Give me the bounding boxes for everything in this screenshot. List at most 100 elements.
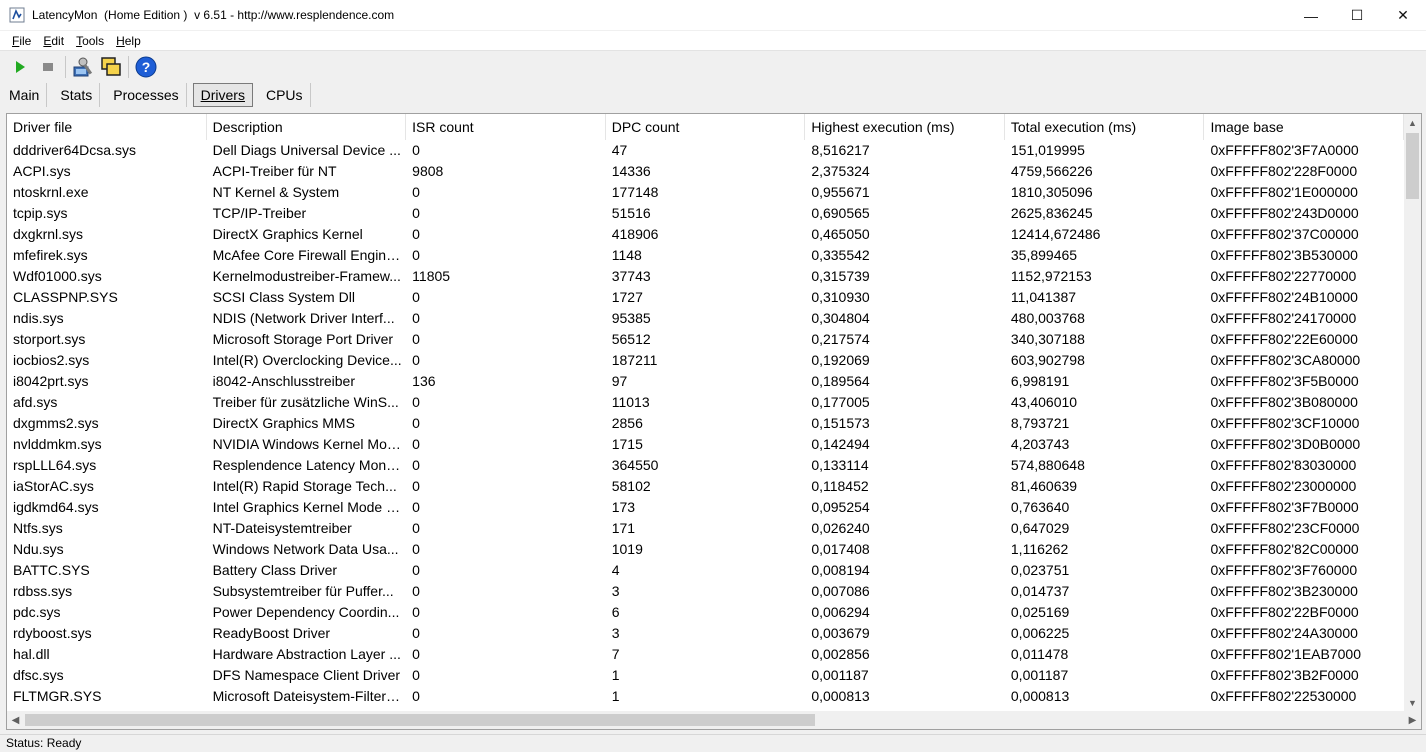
column-header[interactable]: Description (207, 114, 407, 140)
tab-drivers[interactable]: Drivers (192, 83, 253, 107)
column-header[interactable]: Total execution (ms) (1005, 114, 1205, 140)
table-row[interactable]: BATTC.SYS Battery Class Driver 0 4 0,008194 0… (7, 560, 1404, 581)
table-cell: 1148 (611, 247, 642, 263)
table-cell: i8042prt.sys (13, 373, 89, 389)
table-cell: 0,647029 (1010, 520, 1070, 536)
table-row[interactable]: Ndu.sys Windows Network Data Usa... 0 1019 0… (7, 539, 1404, 560)
tab-strip: Main Stats Processes Drivers CPUs (0, 82, 1426, 108)
table-row[interactable]: dxgkrnl.sys DirectX Graphics Kernel 0 41890… (7, 224, 1404, 245)
stop-button[interactable] (34, 54, 62, 80)
scroll-up-icon[interactable]: ▲ (1404, 114, 1421, 131)
table-row[interactable]: mfefirek.sys McAfee Core Firewall Engine … (7, 245, 1404, 266)
table-cell: 1,116262 (1010, 541, 1069, 557)
table-row[interactable]: FLTMGR.SYS Microsoft Dateisystem-Filter-.… (7, 686, 1404, 707)
menu-help[interactable]: Help (110, 34, 147, 48)
table-row[interactable]: rspLLL64.sys Resplendence Latency Monit..… (7, 455, 1404, 476)
column-header[interactable]: Highest execution (ms) (805, 114, 1005, 140)
table-cell: 81,460639 (1010, 478, 1078, 494)
table-cell: 12414,672486 (1010, 226, 1101, 242)
maximize-button[interactable]: ☐ (1334, 0, 1380, 31)
vertical-scroll-thumb[interactable] (1406, 133, 1419, 199)
table-row[interactable]: tcpip.sys TCP/IP-Treiber 0 51516 0,690565 262… (7, 203, 1404, 224)
stop-icon (43, 63, 53, 71)
table-cell: ndis.sys (13, 310, 64, 326)
table-cell: 0 (412, 478, 420, 494)
table-row[interactable]: i8042prt.sys i8042-Anschlusstreiber 136 97 0… (7, 371, 1404, 392)
table-row[interactable]: CLASSPNP.SYS SCSI Class System Dll 0 1727 0,… (7, 287, 1404, 308)
table-cell: 97 (611, 373, 628, 389)
column-header[interactable]: DPC count (606, 114, 806, 140)
horizontal-scrollbar[interactable]: ◀ ▶ (7, 711, 1421, 729)
table-cell: ntoskrnl.exe (13, 184, 89, 200)
tab-stats[interactable]: Stats (53, 83, 101, 107)
table-row[interactable]: dddriver64Dcsa.sys Dell Diags Universal D… (7, 140, 1404, 161)
help-icon: ? (135, 56, 157, 78)
table-row[interactable]: iaStorAC.sys Intel(R) Rapid Storage Tech.… (7, 476, 1404, 497)
table-cell: 0,955671 (811, 184, 870, 200)
toolbar-separator-2 (128, 56, 129, 78)
table-cell: 0,000813 (811, 688, 870, 704)
vertical-scrollbar[interactable]: ▲ ▼ (1404, 114, 1421, 711)
table-cell: 0xFFFFF802'82C00000 (1210, 541, 1359, 557)
table-cell: BATTC.SYS (13, 562, 90, 578)
table-cell: 37743 (611, 268, 651, 284)
table-row[interactable]: ACPI.sys ACPI-Treiber für NT 9808 14336 2,37… (7, 161, 1404, 182)
table-row[interactable]: dxgmms2.sys DirectX Graphics MMS 0 2856 0,15… (7, 413, 1404, 434)
table-cell: 0 (412, 226, 420, 242)
menu-tools[interactable]: Tools (70, 34, 110, 48)
table-cell: 0,001187 (1010, 667, 1069, 683)
table-cell: Intel(R) Rapid Storage Tech... (212, 478, 397, 494)
table-row[interactable]: ndis.sys NDIS (Network Driver Interf... 0 9… (7, 308, 1404, 329)
column-header[interactable]: Image base (1204, 114, 1405, 140)
minimize-button[interactable]: — (1288, 0, 1334, 31)
help-button[interactable]: ? (132, 54, 160, 80)
start-button[interactable] (6, 54, 34, 80)
table-row[interactable]: igdkmd64.sys Intel Graphics Kernel Mode D… (7, 497, 1404, 518)
table-cell: 0,118452 (811, 478, 869, 494)
tab-main[interactable]: Main (2, 83, 48, 107)
table-cell: 0,151573 (811, 415, 870, 431)
window-button[interactable] (97, 54, 125, 80)
table-cell: 603,902798 (1010, 352, 1085, 368)
table-cell: rspLLL64.sys (13, 457, 97, 473)
table-cell: 0 (412, 667, 420, 683)
table-row[interactable]: ntoskrnl.exe NT Kernel & System 0 177148 0,9… (7, 182, 1404, 203)
table-row[interactable]: iocbios2.sys Intel(R) Overclocking Device… (7, 350, 1404, 371)
table-cell: 0xFFFFF802'1EAB7000 (1210, 646, 1361, 662)
scroll-right-icon[interactable]: ▶ (1404, 711, 1421, 729)
table-cell: 0xFFFFF802'228F0000 (1210, 163, 1358, 179)
table-row[interactable]: nvlddmkm.sys NVIDIA Windows Kernel Mod...… (7, 434, 1404, 455)
table-row[interactable]: Wdf01000.sys Kernelmodustreiber-Framew...… (7, 266, 1404, 287)
tab-cpus[interactable]: CPUs (259, 83, 311, 107)
table-cell: 0xFFFFF802'83030000 (1210, 457, 1357, 473)
table-row[interactable]: rdyboost.sys ReadyBoost Driver 0 3 0,003679 0… (7, 623, 1404, 644)
table-row[interactable]: dfsc.sys DFS Namespace Client Driver 0 1 0,0… (7, 665, 1404, 686)
menu-edit[interactable]: Edit (37, 34, 70, 48)
menu-file-label: ile (19, 33, 32, 48)
table-row[interactable]: rdbss.sys Subsystemtreiber für Puffer... 0… (7, 581, 1404, 602)
table-row[interactable]: storport.sys Microsoft Storage Port Drive… (7, 329, 1404, 350)
menu-file[interactable]: File (6, 34, 37, 48)
column-header[interactable]: Driver file (7, 114, 207, 140)
table-cell: 0 (412, 499, 420, 515)
tab-processes[interactable]: Processes (106, 83, 187, 107)
table-cell: 58102 (611, 478, 651, 494)
table-row[interactable]: afd.sys Treiber für zusätzliche WinS... 0 1… (7, 392, 1404, 413)
scroll-down-icon[interactable]: ▼ (1404, 694, 1421, 711)
table-cell: 35,899465 (1010, 247, 1078, 263)
table-cell: Ntfs.sys (13, 520, 63, 536)
table-cell: 480,003768 (1010, 310, 1085, 326)
close-button[interactable]: ✕ (1380, 0, 1426, 31)
settings-button[interactable] (69, 54, 97, 80)
table-cell: 56512 (611, 331, 651, 347)
table-row[interactable]: pdc.sys Power Dependency Coordin... 0 6 0,00… (7, 602, 1404, 623)
table-cell: 0xFFFFF802'3CF10000 (1210, 415, 1360, 431)
menu-tools-label: ools (82, 33, 105, 48)
horizontal-scroll-thumb[interactable] (25, 714, 815, 726)
table-row[interactable]: Ntfs.sys NT-Dateisystemtreiber 0 171 0,02624… (7, 518, 1404, 539)
column-header[interactable]: ISR count (406, 114, 606, 140)
table-cell: 0,304804 (811, 310, 870, 326)
scroll-left-icon[interactable]: ◀ (7, 711, 24, 729)
table-cell: CLASSPNP.SYS (13, 289, 118, 305)
table-row[interactable]: hal.dll Hardware Abstraction Layer ... 0 7 0… (7, 644, 1404, 665)
